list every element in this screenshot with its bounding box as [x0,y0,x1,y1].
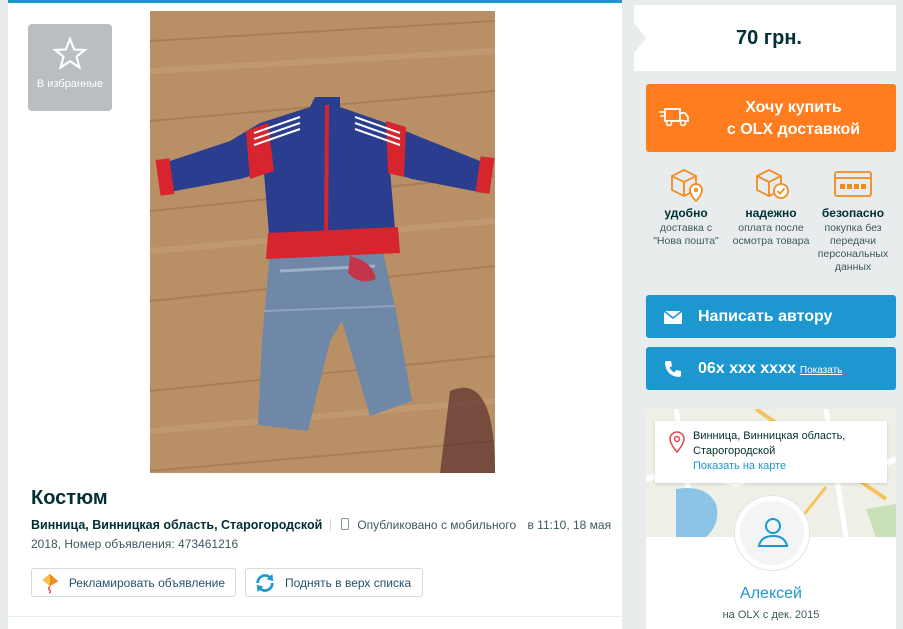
raise-button[interactable]: Поднять в верх списка [245,568,423,597]
write-author-button[interactable]: Написать автору [646,295,896,338]
seller-card: Винница, Винницкая область, Старогородск… [646,409,896,629]
price-box: 70 грн. [634,5,896,71]
feature-title: безопасно [821,206,885,220]
buy-label: Хочу купить с OLX доставкой [696,97,891,141]
feature-desc: доставка с "Нова пошта" [653,222,719,247]
feature-desc: оплата после осмотра товара [732,222,810,247]
listing-photo[interactable] [150,11,495,473]
feature-convenient: удобно доставка с "Нова пошта" [646,160,726,248]
listing-location[interactable]: Винница, Винницкая область, Старогородск… [31,518,322,532]
star-icon [52,36,88,70]
price-value: 70 грн. [736,27,802,49]
favorite-label: В избранные [36,78,104,90]
listing-card: В избранные Костюм Винница, Винницкая об… [8,0,622,629]
delivery-features: удобно доставка с "Нова пошта" надежно о… [646,160,896,280]
feature-secure: безопасно покупка без передачи персональ… [813,160,893,274]
envelope-icon [663,309,683,324]
feature-desc: покупка без передачи персональных данных [817,222,889,273]
seller-name[interactable]: Алексей [646,585,896,603]
buy-label-line2: с OLX доставкой [726,121,861,138]
phone-number: 06x xxx xxxx [698,359,796,377]
show-phone-button[interactable]: 06x xxx xxxx Показать [646,347,896,390]
feature-reliable: надежно оплата после осмотра товара [731,160,811,248]
feature-title: надежно [745,206,797,220]
box-check-icon [756,168,789,199]
box-pin-icon [671,168,703,202]
show-on-map-link[interactable]: Показать на карте [693,460,786,472]
published-label: Опубликовано с мобильного [357,518,517,532]
seller-since: на OLX с дек. 2015 [722,609,820,621]
card-divider [8,616,622,617]
buy-label-line1: Хочу купить [745,99,842,116]
meta-divider [330,519,332,531]
favorite-button[interactable]: В избранные [28,24,112,111]
feature-title: удобно [664,206,708,220]
show-phone-link[interactable]: Показать [800,365,843,376]
truck-icon [659,108,689,127]
listing-title: Костюм [31,487,108,509]
location-pin-icon [669,431,685,453]
raise-label: Поднять в верх списка [285,575,412,590]
seller-address: Винница, Винницкая область, Старогородск… [693,430,846,457]
kite-icon [42,573,59,594]
phone-icon [665,360,681,377]
promote-button[interactable]: Рекламировать объявление [31,568,236,597]
mobile-icon [341,518,350,530]
promote-label: Рекламировать объявление [68,575,225,590]
address-box: Винница, Винницкая область, Старогородск… [655,421,887,483]
listing-meta: Винница, Винницкая область, Старогородск… [31,516,621,554]
page: В избранные Костюм Винница, Винницкая об… [0,0,903,629]
avatar[interactable] [734,495,810,571]
refresh-icon [256,573,274,592]
buy-with-delivery-button[interactable]: Хочу купить с OLX доставкой [646,84,896,152]
user-icon [757,518,789,547]
write-author-label: Написать автору [698,307,833,325]
card-icon [834,171,872,197]
